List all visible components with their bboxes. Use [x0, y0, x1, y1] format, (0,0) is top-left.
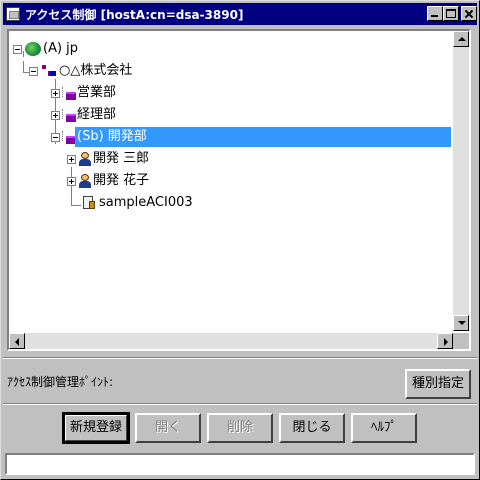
status-bar	[5, 453, 475, 475]
expand-icon[interactable]	[67, 177, 76, 186]
vertical-scrollbar[interactable]	[453, 31, 469, 331]
divider	[3, 357, 477, 359]
tree-node-label: 開発 三郎	[93, 151, 150, 166]
help-button[interactable]: ﾍﾙﾌﾟ	[351, 413, 417, 443]
minimize-icon[interactable]	[427, 6, 443, 21]
tree-node[interactable]: 開発 花子	[9, 171, 449, 191]
collapse-icon[interactable]	[29, 67, 38, 76]
open-button[interactable]: 開く	[135, 413, 201, 443]
tree-node[interactable]: (A) jp	[9, 39, 449, 59]
tree-node[interactable]: 営業部	[9, 83, 449, 103]
maximize-icon[interactable]	[443, 6, 459, 21]
tree-node-label: (A) jp	[43, 41, 79, 56]
close-icon[interactable]	[461, 6, 477, 21]
acl-icon	[81, 196, 97, 210]
tree-node-label: 営業部	[77, 85, 117, 100]
tree-node-label: 経理部	[77, 107, 117, 122]
scroll-right-icon[interactable]	[437, 333, 453, 349]
tree-node[interactable]: sampleACI003	[9, 193, 449, 213]
tree-node[interactable]: ○△株式会社	[9, 61, 449, 81]
tree-node-label: sampleACI003	[99, 195, 193, 210]
type-spec-button[interactable]: 種別指定	[405, 369, 471, 399]
tree-node-label: 開発 花子	[93, 173, 150, 188]
tree-node[interactable]: 経理部	[9, 105, 449, 125]
delete-button[interactable]: 削除	[207, 413, 273, 443]
tree-node-label: ○△株式会社	[59, 63, 133, 78]
scroll-up-icon[interactable]	[453, 31, 469, 47]
scroll-left-icon[interactable]	[9, 333, 25, 349]
scroll-corner	[453, 333, 469, 349]
horizontal-scrollbar[interactable]	[9, 333, 453, 349]
directory-tree-panel: (A) jp ○△株式会社 営業部 経理部 (Sb) 開発部 開発 三郎 開発 …	[7, 29, 471, 351]
window-title: アクセス制御 [hostA:cn=dsa-3890]	[25, 8, 244, 22]
scroll-down-icon[interactable]	[453, 315, 469, 331]
new-register-button[interactable]: 新規登録	[62, 412, 130, 444]
expand-icon[interactable]	[51, 89, 60, 98]
collapse-icon[interactable]	[51, 133, 60, 142]
close-button[interactable]: 閉じる	[279, 413, 345, 443]
access-control-window: アクセス制御 [hostA:cn=dsa-3890] (A) jp ○△株式会社…	[0, 0, 480, 480]
new-register-label: 新規登録	[65, 415, 127, 441]
directory-tree[interactable]: (A) jp ○△株式会社 営業部 経理部 (Sb) 開発部 開発 三郎 開発 …	[9, 31, 453, 331]
title-bar[interactable]: アクセス制御 [hostA:cn=dsa-3890]	[3, 3, 477, 25]
collapse-icon[interactable]	[13, 45, 22, 54]
access-point-label: ｱｸｾｽ制御管理ﾎﾟｲﾝﾄ:	[7, 375, 114, 389]
globe-icon	[25, 42, 41, 56]
expand-icon[interactable]	[51, 111, 60, 120]
organization-icon	[41, 64, 57, 78]
tree-node-selected[interactable]: (Sb) 開発部	[9, 127, 451, 147]
tree-node[interactable]: 開発 三郎	[9, 149, 449, 169]
app-icon[interactable]	[6, 7, 20, 21]
tree-node-label: (Sb) 開発部	[75, 127, 451, 147]
divider	[3, 403, 477, 405]
expand-icon[interactable]	[67, 155, 76, 164]
